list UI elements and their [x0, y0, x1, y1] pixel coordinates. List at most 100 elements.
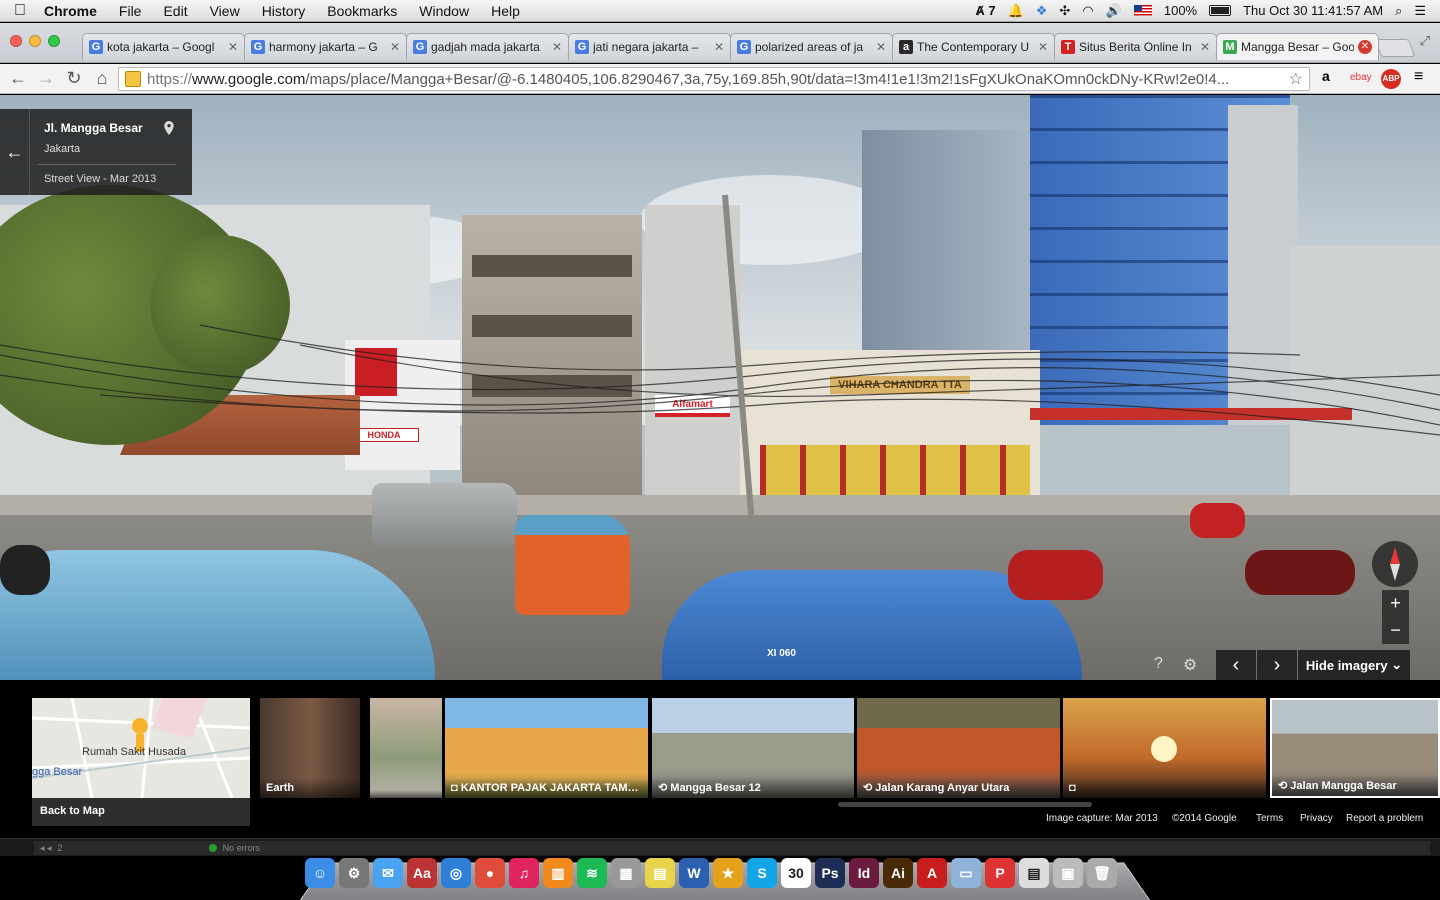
- thumb-jalan-karang-anyar[interactable]: ⟲ Jalan Karang Anyar Utara: [857, 698, 1060, 798]
- illustrator-dock-icon[interactable]: Ai: [883, 858, 913, 888]
- thumb-kantor-pajak[interactable]: ◘ KANTOR PAJAK JAKARTA TAM…: [445, 698, 648, 798]
- finder-dock-icon[interactable]: ☺: [305, 858, 335, 888]
- thumb-photo[interactable]: [370, 698, 442, 798]
- help-icon[interactable]: ?: [1154, 655, 1163, 673]
- menu-view[interactable]: View: [199, 3, 251, 19]
- tab-8[interactable]: M Mangga Besar – Goo ✕: [1216, 33, 1379, 60]
- spotlight-search-icon[interactable]: ⌕: [1395, 3, 1402, 19]
- tab-2[interactable]: Gharmony jakarta – G ✕: [244, 33, 407, 60]
- map-pin-icon[interactable]: [162, 121, 176, 135]
- prev-imagery-button[interactable]: ‹: [1216, 650, 1256, 680]
- menu-file[interactable]: File: [108, 3, 153, 19]
- url-text[interactable]: https://www.google.com/maps/place/Mangga…: [147, 71, 1289, 88]
- system-prefs-dock-icon[interactable]: ⚙: [339, 858, 369, 888]
- hide-imagery-button[interactable]: Hide imagery ⌄: [1298, 650, 1410, 680]
- tab-close-icon[interactable]: ✕: [876, 40, 886, 54]
- notification-center-icon[interactable]: ☰: [1414, 3, 1426, 19]
- place-name[interactable]: Jl. Mangga Besar: [44, 121, 143, 135]
- menu-help[interactable]: Help: [480, 3, 531, 19]
- back-to-map-button[interactable]: Back to Map: [32, 798, 250, 826]
- spotify-dock-icon[interactable]: ≋: [577, 858, 607, 888]
- acrobat-dock-icon[interactable]: A: [917, 858, 947, 888]
- back-arrow-icon[interactable]: ←: [0, 109, 30, 195]
- tab-close-icon[interactable]: ✕: [552, 40, 562, 54]
- close-window-button[interactable]: [10, 35, 22, 47]
- ebay-extension-icon[interactable]: ebay: [1350, 72, 1372, 83]
- zoom-out-button[interactable]: −: [1382, 617, 1409, 644]
- tab-7[interactable]: T Situs Berita Online In ✕: [1054, 33, 1217, 60]
- bluetooth-icon[interactable]: ✣: [1059, 3, 1070, 19]
- forward-arrow-icon[interactable]: →: [32, 68, 60, 89]
- terms-link[interactable]: Terms: [1256, 813, 1283, 824]
- fullscreen-icon[interactable]: ⤢: [1420, 33, 1430, 49]
- street-view-panorama[interactable]: VIHARA CHANDRA TTA HONDA Alfamart XI 060: [0, 95, 1440, 680]
- skype-dock-icon[interactable]: S: [747, 858, 777, 888]
- next-imagery-button[interactable]: ›: [1257, 650, 1297, 680]
- tab-1[interactable]: Gkota jakarta – Googl ✕: [82, 33, 245, 60]
- site-info-warning-icon[interactable]: [125, 71, 141, 87]
- zoom-window-button[interactable]: [48, 35, 60, 47]
- battery-icon[interactable]: [1209, 5, 1232, 16]
- input-source-flag-icon[interactable]: [1133, 5, 1152, 16]
- tab-close-icon[interactable]: ✕: [228, 40, 238, 54]
- adblock-plus-icon[interactable]: ABP: [1381, 69, 1401, 89]
- calendar-dock-icon[interactable]: 30: [781, 858, 811, 888]
- amazon-extension-icon[interactable]: a: [1322, 68, 1330, 84]
- indesign-dock-icon[interactable]: Id: [849, 858, 879, 888]
- tab-close-icon[interactable]: ✕: [714, 40, 724, 54]
- bookmark-star-icon[interactable]: ☆: [1289, 69, 1303, 89]
- back-arrow-icon[interactable]: ←: [4, 68, 32, 89]
- adobe-cc-icon[interactable]: Ⱥ 7: [975, 3, 995, 18]
- wifi-icon[interactable]: ◠: [1082, 3, 1093, 19]
- report-problem-link[interactable]: Report a problem: [1346, 813, 1423, 824]
- street-view-date[interactable]: Street View - Mar 2013: [44, 173, 156, 185]
- tab-3[interactable]: Ggadjah mada jakarta ✕: [406, 33, 569, 60]
- battery-percent[interactable]: 100%: [1164, 3, 1197, 18]
- tab-close-icon[interactable]: ✕: [1200, 40, 1210, 54]
- new-tab-button[interactable]: [1374, 39, 1416, 57]
- ibooks-dock-icon[interactable]: ▥: [543, 858, 573, 888]
- compass-control[interactable]: [1372, 541, 1418, 587]
- menu-history[interactable]: History: [251, 3, 317, 19]
- status-controls-icon[interactable]: ◂ ◂: [40, 843, 52, 854]
- address-bar[interactable]: https://www.google.com/maps/place/Mangga…: [118, 67, 1310, 91]
- tab-close-icon[interactable]: ✕: [1358, 40, 1372, 54]
- privacy-link[interactable]: Privacy: [1300, 813, 1333, 824]
- photoshop-dock-icon[interactable]: Ps: [815, 858, 845, 888]
- thumb-jalan-mangga-besar-selected[interactable]: ⟲ Jalan Mangga Besar: [1270, 698, 1440, 798]
- chrome-menu-icon[interactable]: ≡: [1414, 68, 1423, 86]
- menu-bookmarks[interactable]: Bookmarks: [316, 3, 408, 19]
- dictionary-dock-icon[interactable]: Aa: [407, 858, 437, 888]
- thumb-mangga-besar-12[interactable]: ⟲ Mangga Besar 12: [652, 698, 854, 798]
- trash-dock-icon[interactable]: 🗑: [1087, 858, 1117, 888]
- dropbox-icon[interactable]: ❖: [1036, 3, 1048, 19]
- tab-5[interactable]: Gpolarized areas of ja ✕: [730, 33, 893, 60]
- messages-dock-icon[interactable]: ✉: [373, 858, 403, 888]
- apple-icon[interactable]: : [0, 2, 40, 20]
- tab-6[interactable]: a The Contemporary U ✕: [892, 33, 1055, 60]
- tab-close-icon[interactable]: ✕: [1038, 40, 1048, 54]
- safari-dock-icon[interactable]: ◎: [441, 858, 471, 888]
- map-thumbnail[interactable]: Rumah Sakit Husada gga Besar: [32, 698, 250, 798]
- zoom-in-button[interactable]: +: [1382, 590, 1409, 617]
- stickies-dock-icon[interactable]: ▤: [645, 858, 675, 888]
- filmstrip-scrollbar[interactable]: [838, 802, 1092, 807]
- thumb-sunset[interactable]: ◘: [1063, 698, 1266, 798]
- wunderlist-dock-icon[interactable]: ★: [713, 858, 743, 888]
- volume-icon[interactable]: 🔊: [1106, 3, 1122, 19]
- menu-window[interactable]: Window: [408, 3, 480, 19]
- tab-4[interactable]: Gjati negara jakarta – ✕: [568, 33, 731, 60]
- menu-app-chrome[interactable]: Chrome: [40, 3, 108, 19]
- calculator-dock-icon[interactable]: ▦: [611, 858, 641, 888]
- home-icon[interactable]: ⌂: [88, 68, 116, 89]
- downloads-stack-dock-icon[interactable]: ▣: [1053, 858, 1083, 888]
- itunes-dock-icon[interactable]: ♫: [509, 858, 539, 888]
- documents-stack-dock-icon[interactable]: ▤: [1019, 858, 1049, 888]
- tab-close-icon[interactable]: ✕: [390, 40, 400, 54]
- chrome-dock-icon[interactable]: ●: [475, 858, 505, 888]
- menu-edit[interactable]: Edit: [152, 3, 198, 19]
- word-dock-icon[interactable]: W: [679, 858, 709, 888]
- minimize-window-button[interactable]: [29, 35, 41, 47]
- thumb-earth[interactable]: Earth: [260, 698, 360, 798]
- settings-gear-icon[interactable]: ⚙: [1183, 655, 1197, 675]
